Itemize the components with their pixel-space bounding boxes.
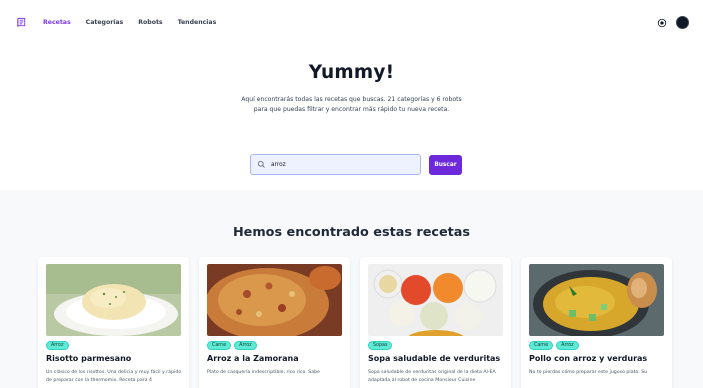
nav-link-tendencias[interactable]: Tendencias xyxy=(178,19,217,26)
page-title: Yummy! xyxy=(308,62,395,83)
recipe-description: Sopa saludable de verduritas original de… xyxy=(368,370,496,383)
recipe-description: Un clásico de los risottos. Una delicia … xyxy=(46,370,182,383)
recipe-image xyxy=(368,264,503,336)
tag[interactable]: Carne xyxy=(529,341,554,350)
recipe-title[interactable]: Pollo con arroz y verduras xyxy=(529,354,647,363)
nav-link-recetas[interactable]: Recetas xyxy=(43,19,71,26)
nav-link-categorias[interactable]: Categorías xyxy=(86,19,124,26)
tag-list: Sopas xyxy=(368,341,393,350)
search-bar: Buscar xyxy=(250,154,462,175)
recipe-description: Plato de casquería indescriptible, rico … xyxy=(207,370,320,375)
recipe-title[interactable]: Arroz a la Zamorana xyxy=(207,354,299,363)
search-field[interactable] xyxy=(250,154,421,175)
recipe-image xyxy=(46,264,181,336)
tag[interactable]: Arroz xyxy=(46,341,69,350)
recipe-card[interactable]: Carne Arroz Pollo con arroz y verduras N… xyxy=(521,257,672,388)
recipe-card[interactable]: Arroz Risotto parmesano Un clásico de lo… xyxy=(38,257,189,388)
recipe-image xyxy=(529,264,664,336)
tag[interactable]: Carne xyxy=(207,341,232,350)
tag-list: Carne Arroz xyxy=(529,341,579,350)
results-section: Hemos encontrado estas recetas Arroz Ris… xyxy=(0,190,703,388)
tag[interactable]: Sopas xyxy=(368,341,393,350)
top-navbar: Recetas Categorías Robots Tendencias xyxy=(0,0,703,45)
tag[interactable]: Arroz xyxy=(234,341,257,350)
nav-link-robots[interactable]: Robots xyxy=(138,19,162,26)
recipe-title[interactable]: Risotto parmesano xyxy=(46,354,131,363)
tag-list: Arroz xyxy=(46,341,69,350)
book-icon[interactable] xyxy=(15,17,27,29)
nav-actions xyxy=(656,16,689,29)
search-icon xyxy=(257,160,266,169)
hero-subtitle: Aquí encontrarás todas las recetas que b… xyxy=(241,96,462,113)
search-input[interactable] xyxy=(271,161,411,168)
tag-list: Carne Arroz xyxy=(207,341,257,350)
search-button[interactable]: Buscar xyxy=(429,154,462,175)
recipe-description: No te pierdas cómo preparar este jugoso … xyxy=(529,370,648,375)
hero-section: Yummy! Aquí encontrarás todas las receta… xyxy=(0,45,703,190)
results-title: Hemos encontrado estas recetas xyxy=(232,225,471,240)
user-avatar[interactable] xyxy=(676,16,689,29)
tag[interactable]: Arroz xyxy=(556,341,579,350)
recipe-card[interactable]: Carne Arroz Arroz a la Zamorana Plato de… xyxy=(199,257,350,388)
theme-toggle-icon[interactable] xyxy=(656,17,667,28)
recipe-image xyxy=(207,264,342,336)
recipe-card[interactable]: Sopas Sopa saludable de verduritas Sopa … xyxy=(360,257,511,388)
recipe-title[interactable]: Sopa saludable de verduritas xyxy=(368,354,500,363)
nav-links: Recetas Categorías Robots Tendencias xyxy=(43,19,216,26)
